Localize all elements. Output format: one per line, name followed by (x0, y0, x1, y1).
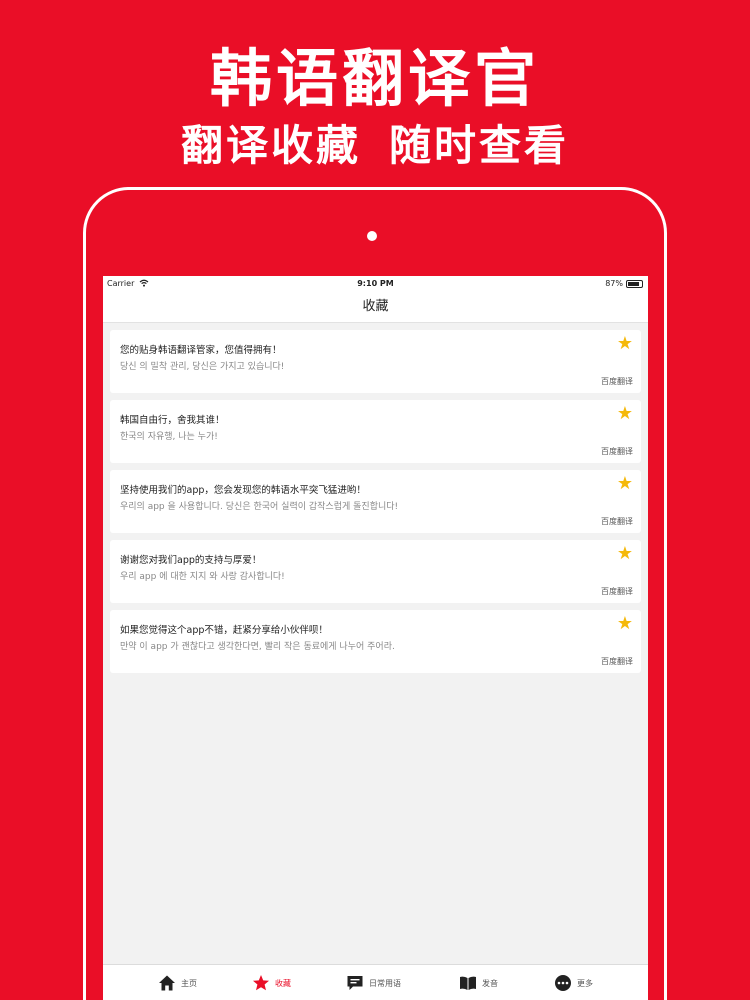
promo-subtitle: 翻译收藏 随时查看 (0, 112, 750, 173)
tab-label: 日常用语 (369, 979, 401, 988)
favorite-source: 百度翻译 (601, 517, 633, 526)
status-bar: Carrier 9:10 PM 87% (103, 276, 648, 292)
tab-label: 主页 (181, 979, 197, 988)
nav-bar: 收藏 (103, 292, 648, 323)
tab-bar: 主页 收藏 日常用语 发音 更多 (103, 964, 648, 1000)
favorite-korean-text: 우리의 app 을 사용합니다. 당신은 한국어 실력이 갑작스럽게 돌진합니다… (120, 502, 399, 512)
favorite-chinese-text: 如果您觉得这个app不错，赶紧分享给小伙伴呗！ (120, 625, 328, 636)
promo-subtitle-left: 翻译收藏 (180, 121, 361, 170)
favorite-source: 百度翻译 (601, 447, 633, 456)
more-icon (554, 974, 572, 992)
star-icon (252, 974, 270, 992)
favorite-source: 百度翻译 (601, 587, 633, 596)
favorite-chinese-text: 韩国自由行，舍我其谁！ (120, 415, 225, 426)
favorite-item[interactable]: 坚持使用我们的app，您会发现您的韩语水平突飞猛进哟！ 우리의 app 을 사용… (110, 470, 641, 533)
favorite-item[interactable]: 谢谢您对我们app的支持与厚爱！ 우리 app 에 대한 지지 와 사랑 감사합… (110, 540, 641, 603)
promo-subtitle-right: 随时查看 (389, 121, 570, 170)
tab-pronunciation[interactable]: 发音 (443, 965, 552, 1000)
battery-icon (626, 280, 643, 288)
home-icon (158, 974, 176, 992)
star-icon[interactable]: ★ (617, 615, 633, 633)
promo-title: 韩语翻译官 (209, 42, 540, 115)
tab-more[interactable]: 更多 (538, 965, 647, 1000)
favorite-chinese-text: 坚持使用我们的app，您会发现您的韩语水平突飞猛进哟！ (120, 485, 366, 496)
favorite-source: 百度翻译 (601, 377, 633, 386)
tab-label: 更多 (577, 979, 593, 988)
tab-daily-phrases[interactable]: 日常用语 (329, 965, 438, 1000)
favorite-korean-text: 만약 이 app 가 괜찮다고 생각한다면, 빨리 작은 동료에게 나누어 주어… (120, 642, 395, 652)
tab-label: 收藏 (275, 979, 291, 988)
chat-icon (346, 974, 364, 992)
favorite-item[interactable]: 您的贴身韩语翻译管家，您值得拥有！ 당신 의 밀착 관리, 당신은 가지고 있습… (110, 330, 641, 393)
star-icon[interactable]: ★ (617, 545, 633, 563)
favorite-item[interactable]: 韩国自由行，舍我其谁！ 한국의 자유행, 나는 누가! ★ 百度翻译 (110, 400, 641, 463)
battery-level (628, 282, 640, 286)
app-screen: Carrier 9:10 PM 87% 收藏 您的贴身韩语翻译管家，您值得拥有！… (103, 276, 648, 1000)
favorite-source: 百度翻译 (601, 657, 633, 666)
favorite-chinese-text: 谢谢您对我们app的支持与厚爱！ (120, 555, 262, 566)
favorite-korean-text: 우리 app 에 대한 지지 와 사랑 감사합니다! (120, 572, 285, 582)
book-icon (459, 974, 477, 992)
favorite-korean-text: 한국의 자유행, 나는 누가! (120, 432, 218, 442)
star-icon[interactable]: ★ (617, 405, 633, 423)
star-icon[interactable]: ★ (617, 475, 633, 493)
page-title: 收藏 (362, 299, 389, 314)
tablet-camera (367, 231, 377, 241)
battery-percent: 87% (605, 279, 623, 288)
favorite-item[interactable]: 如果您觉得这个app不错，赶紧分享给小伙伴呗！ 만약 이 app 가 괜찮다고 … (110, 610, 641, 673)
favorite-korean-text: 당신 의 밀착 관리, 당신은 가지고 있습니다! (120, 362, 285, 372)
star-icon[interactable]: ★ (617, 335, 633, 353)
tab-label: 发音 (482, 979, 498, 988)
status-time: 9:10 PM (357, 279, 394, 288)
favorite-chinese-text: 您的贴身韩语翻译管家，您值得拥有！ (120, 345, 282, 356)
